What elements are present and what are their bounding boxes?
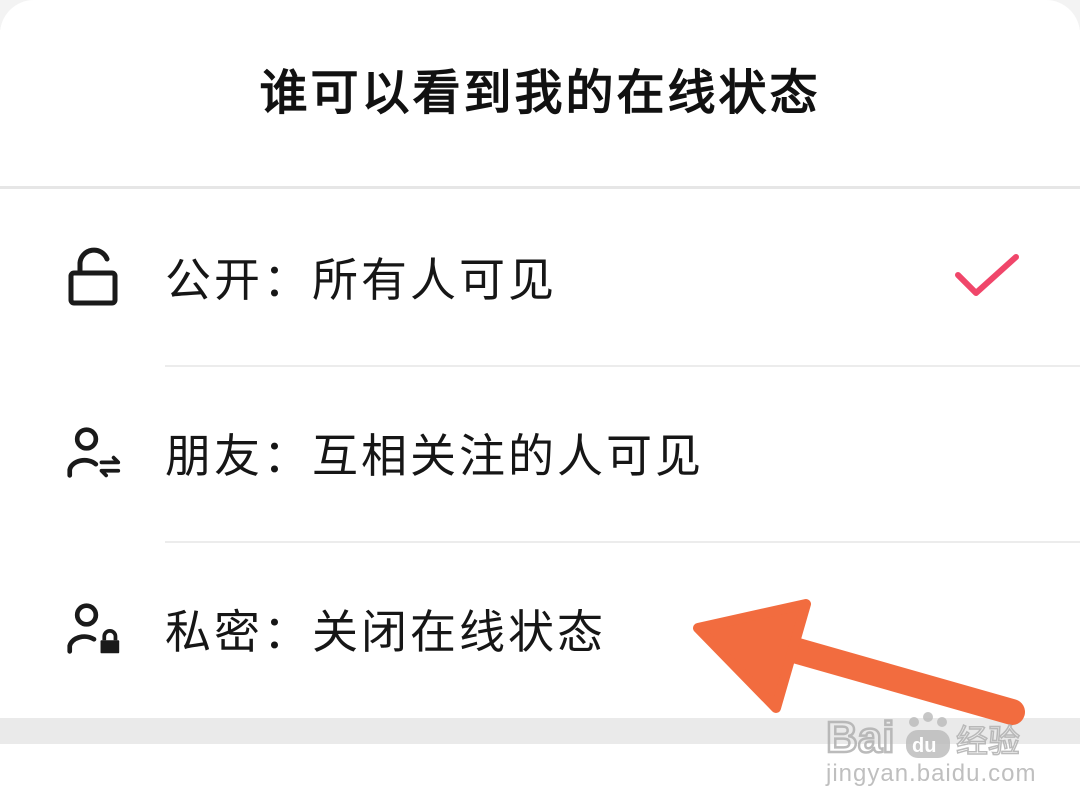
option-label-public: 公开：所有人可见 bbox=[165, 253, 557, 307]
option-label-friends: 朋友：互相关注的人可见 bbox=[165, 429, 704, 483]
sheet-header: 谁可以看到我的在线状态 bbox=[0, 0, 1080, 189]
unlock-icon bbox=[66, 247, 122, 307]
option-private[interactable]: 私密：关闭在线状态 bbox=[0, 541, 1080, 717]
option-friends[interactable]: 朋友：互相关注的人可见 bbox=[0, 365, 1080, 541]
check-icon bbox=[952, 251, 1022, 303]
sheet-title: 谁可以看到我的在线状态 bbox=[259, 65, 821, 121]
sheet-separator-band bbox=[0, 718, 1080, 744]
option-public[interactable]: 公开：所有人可见 bbox=[0, 189, 1080, 365]
online-status-screen: 谁可以看到我的在线状态 公开：所有人可见 朋友：互相关注的人可见 私密：关闭在线… bbox=[0, 0, 1080, 810]
user-lock-icon bbox=[66, 599, 122, 659]
user-mutual-icon bbox=[66, 423, 122, 483]
watermark-url: jingyan.baidu.com bbox=[826, 760, 1037, 787]
option-label-private: 私密：关闭在线状态 bbox=[165, 605, 606, 659]
bottom-sheet: 谁可以看到我的在线状态 公开：所有人可见 朋友：互相关注的人可见 私密：关闭在线… bbox=[0, 0, 1080, 718]
